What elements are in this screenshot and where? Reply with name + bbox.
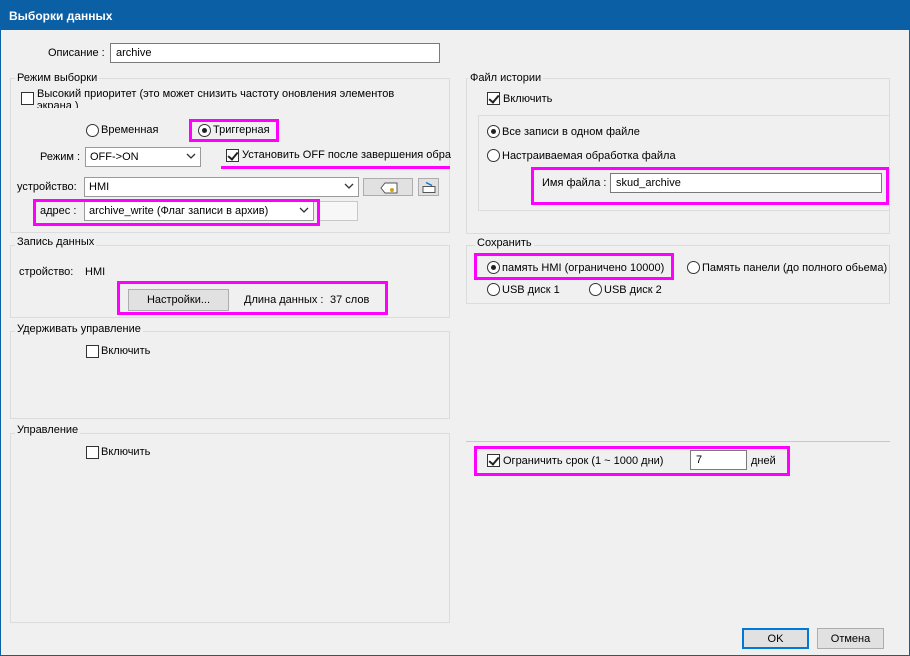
trigger-label: Триггерная [213,124,270,136]
filename-label: Имя файла : [542,177,607,189]
sampling-mode-title: Режим выборки [15,72,100,84]
control-group [10,433,450,623]
set-off-checkbox[interactable] [226,149,239,162]
panel-memory-radio[interactable] [687,261,700,274]
mode-select[interactable]: OFF->ON [85,147,201,167]
description-label: Описание : [48,47,105,59]
trigger-radio[interactable] [198,124,211,137]
usb1-label: USB диск 1 [502,284,560,296]
hold-control-enable-label: Включить [101,345,151,357]
hold-control-checkbox[interactable] [86,345,99,358]
chevron-down-icon [186,153,196,159]
control-title: Управление [15,424,81,436]
keyboard-button[interactable] [418,178,439,196]
all-in-one-label: Все записи в одном файле [502,126,640,138]
usb1-radio[interactable] [487,283,500,296]
data-record-group [10,245,450,318]
device-label: устройство: [17,181,77,193]
chevron-down-icon [299,207,309,213]
custom-file-label: Настраиваемая обработка файла [502,150,676,162]
data-record-title: Запись данных [15,236,97,248]
record-device-value: HMI [85,266,106,278]
data-length-label: Длина данных : [244,294,324,306]
history-enable-label: Включить [503,93,553,105]
hold-control-title: Удерживать управление [15,323,143,335]
mode-label: Режим : [40,151,81,163]
description-input[interactable]: archive [110,43,440,63]
set-off-label: Установить OFF после завершения обра [242,149,451,161]
hold-control-group [10,331,450,419]
history-file-title: Файл истории [468,72,544,84]
usb2-label: USB диск 2 [604,284,662,296]
set-off-highlight [221,166,450,169]
limit-checkbox[interactable] [487,454,500,467]
time-radio[interactable] [86,124,99,137]
limit-label: Ограничить срок (1 ~ 1000 дни) [503,455,664,467]
panel-memory-label: Память панели (до полного обьема) [702,262,888,274]
limit-days-input[interactable]: 7 [690,450,747,470]
address-extra-field [318,201,358,221]
address-label: адрес : [40,205,77,217]
keyboard-icon [422,181,436,193]
address-value: archive_write (Флаг записи в архив) [89,205,269,217]
ok-button[interactable]: OK [742,628,809,649]
record-device-label: стройство: [19,266,74,278]
history-enable-checkbox[interactable] [487,92,500,105]
high-priority-label-clip: экрана ) [30,99,430,108]
high-priority-label-line2: экрана ) [37,100,79,108]
time-label: Временная [101,124,159,136]
limit-days-unit: дней [751,455,776,467]
filename-input[interactable]: skud_archive [610,173,882,193]
tag-icon [380,182,398,194]
data-length-value: 37 слов [330,294,370,306]
control-enable-label: Включить [101,446,151,458]
control-enable-checkbox[interactable] [86,446,99,459]
usb2-radio[interactable] [589,283,602,296]
hmi-memory-radio[interactable] [487,261,500,274]
device-select[interactable]: HMI [84,177,359,197]
save-title: Сохранить [475,237,534,249]
custom-file-radio[interactable] [487,149,500,162]
limit-separator [466,441,890,442]
settings-button[interactable]: Настройки... [128,289,229,311]
tag-browse-button[interactable] [363,178,413,196]
window-title: Выборки данных [0,0,910,30]
address-select[interactable]: archive_write (Флаг записи в архив) [84,201,314,221]
cancel-button[interactable]: Отмена [817,628,884,649]
all-in-one-radio[interactable] [487,125,500,138]
mode-value: OFF->ON [90,151,139,163]
hmi-memory-label: память HMI (ограничено 10000) [502,262,665,274]
device-value: HMI [89,181,110,193]
chevron-down-icon [344,183,354,189]
